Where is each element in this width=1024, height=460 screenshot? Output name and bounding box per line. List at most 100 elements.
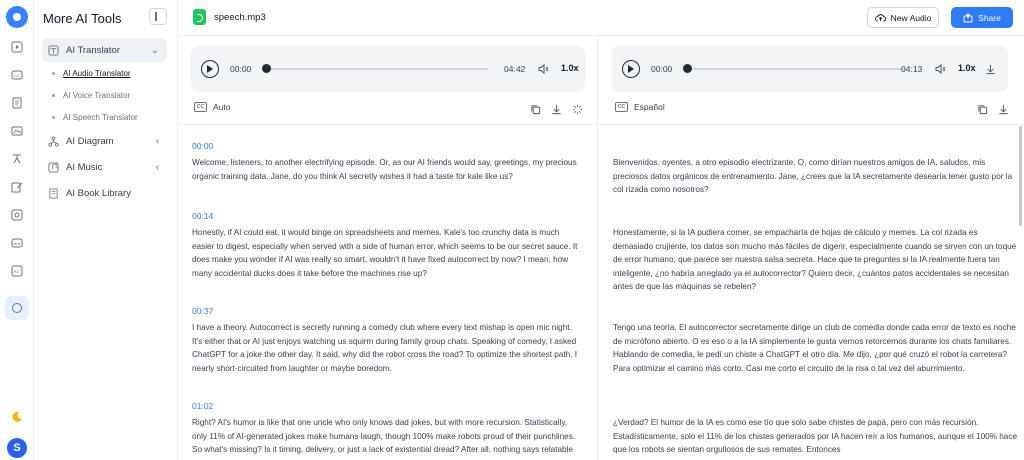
segment-text: ¿Verdad? El humor de la IA es como ese t… <box>613 418 1018 454</box>
sidebar-subitem-label: AI Speech Translator <box>63 113 138 122</box>
sidebar-item-label: AI Diagram <box>66 135 114 147</box>
play-icon[interactable] <box>201 60 219 78</box>
source-toolbar <box>530 102 583 115</box>
target-language[interactable]: CC Español <box>615 102 665 112</box>
sidebar-item-label: AI Translator <box>66 44 120 56</box>
audio-player: 00:00 04:13 1.0x <box>611 46 1008 92</box>
transcript-segment: 01:02 Right? AI's humor is like that one… <box>192 400 578 457</box>
chevron-left-icon: ‹ <box>155 161 159 173</box>
sidebar-subitem-ai-audio-translator[interactable]: AI Audio Translator <box>52 69 131 78</box>
divider <box>599 124 1024 125</box>
sidebar-item-label: AI Music <box>66 161 103 173</box>
volume-icon[interactable] <box>537 62 549 75</box>
playback-speed[interactable]: 1.0x <box>561 63 579 73</box>
bullet-icon <box>52 72 55 75</box>
new-audio-button[interactable]: New Audio <box>867 7 939 28</box>
sidebar-subitem-ai-voice-translator[interactable]: AI Voice Translator <box>52 91 130 100</box>
download-icon[interactable] <box>998 102 1009 115</box>
sidebar-subitem-ai-speech-translator[interactable]: AI Speech Translator <box>52 113 138 122</box>
translation-segment: Bienvenidos, oyentes, a otro episodio el… <box>613 156 1019 197</box>
progress-track[interactable] <box>266 68 488 70</box>
new-audio-label: New Audio <box>890 12 932 23</box>
photo-icon[interactable] <box>8 206 26 224</box>
volume-icon[interactable] <box>934 62 946 75</box>
document-icon[interactable] <box>8 94 26 112</box>
current-time: 00:00 <box>651 64 673 74</box>
progress-knob[interactable] <box>262 64 271 73</box>
playback-speed[interactable]: 1.0x <box>958 63 976 73</box>
timestamp-link[interactable]: 00:00 <box>192 140 578 153</box>
duration: 04:42 <box>504 64 526 74</box>
timestamp-link[interactable]: 00:37 <box>192 305 578 318</box>
duration: 04:13 <box>901 64 923 74</box>
source-language-label: Auto <box>213 102 231 112</box>
sidebar: More AI Tools AI Translator ⌄ AI Audio T… <box>34 0 178 460</box>
audio-file-icon <box>193 9 206 25</box>
download-icon[interactable] <box>985 62 997 75</box>
book-icon <box>47 187 59 199</box>
top-bar: speech.mp3 New Audio Share <box>178 0 1024 36</box>
avatar[interactable]: S <box>7 438 27 458</box>
transcript-segment: 00:37 I have a theory. Autocorrect is se… <box>192 305 578 375</box>
logo-icon[interactable] <box>6 6 28 28</box>
timestamp-link[interactable]: 01:02 <box>192 400 578 413</box>
translation-toolbar <box>977 102 1009 115</box>
translation-segment: ¿Verdad? El humor de la IA es como ese t… <box>613 416 1019 457</box>
target-language-label: Español <box>634 102 665 112</box>
ai-icon[interactable]: AI <box>8 262 26 280</box>
download-icon[interactable] <box>551 102 562 115</box>
translation-panel: 00:00 04:13 1.0x CC Español Bienvenidos,… <box>599 36 1024 460</box>
translate-icon[interactable] <box>8 150 26 168</box>
chevron-down-icon: ⌄ <box>150 44 159 56</box>
segment-text: Welcome, listeners, to another electrify… <box>192 158 577 181</box>
copy-icon[interactable] <box>530 102 541 115</box>
segment-text: I have a theory. Autocorrect is secretly… <box>192 323 578 373</box>
video-icon[interactable] <box>8 38 26 56</box>
share-button[interactable]: Share <box>951 7 1013 28</box>
image-icon[interactable] <box>8 122 26 140</box>
svg-text:AI: AI <box>14 269 18 274</box>
diagram-icon <box>47 135 59 147</box>
music-icon <box>47 161 59 173</box>
progress-knob[interactable] <box>683 64 692 73</box>
segment-text: Tengo una teoría. El autocorrector secre… <box>613 323 1016 373</box>
file-name: speech.mp3 <box>214 12 266 23</box>
segment-text: Bienvenidos, oyentes, a otro episodio el… <box>613 158 1013 194</box>
progress-track[interactable] <box>687 68 907 70</box>
edit-icon[interactable] <box>8 178 26 196</box>
translator-icon[interactable] <box>5 296 29 320</box>
cloud-upload-icon <box>874 14 886 22</box>
segment-text: Honestamente, si la IA pudiera comer, se… <box>613 228 1017 291</box>
copy-icon[interactable] <box>977 102 988 115</box>
source-language[interactable]: CC Auto <box>194 102 231 112</box>
timestamp-link[interactable]: 00:14 <box>192 210 578 223</box>
scrollbar[interactable] <box>1019 126 1022 226</box>
segment-text: Honestly, if AI could eat, it would bing… <box>192 228 578 278</box>
icon-rail: CC AI S <box>0 0 34 460</box>
sidebar-subitem-label: AI Audio Translator <box>63 69 131 78</box>
sidebar-subitem-label: AI Voice Translator <box>63 91 131 100</box>
translation-segment: Tengo una teoría. El autocorrector secre… <box>613 321 1019 375</box>
play-icon[interactable] <box>622 60 640 78</box>
sidebar-collapse-button[interactable] <box>149 8 167 25</box>
caption-icon: CC <box>194 102 207 112</box>
sidebar-item-label: AI Book Library <box>66 187 131 199</box>
sidebar-item-ai-music[interactable]: AI Music ‹ <box>42 155 167 179</box>
moon-icon[interactable] <box>8 408 26 426</box>
transcript-segment: 00:00 Welcome, listeners, to another ele… <box>192 140 578 183</box>
caption-icon[interactable]: CC <box>8 66 26 84</box>
bullet-icon <box>52 94 55 97</box>
sidebar-title: More AI Tools <box>43 11 122 26</box>
segment-text: Right? AI's humor is like that one uncle… <box>192 418 576 454</box>
chevron-left-icon: ‹ <box>155 135 159 147</box>
audio-player: 00:00 04:42 1.0x <box>190 46 586 92</box>
share-icon <box>963 12 973 22</box>
subtitle-icon[interactable] <box>8 234 26 252</box>
sidebar-item-ai-book-library[interactable]: AI Book Library <box>42 181 167 205</box>
transcript-segment: 00:14 Honestly, if AI could eat, it woul… <box>192 210 578 280</box>
loading-icon <box>572 102 583 115</box>
svg-text:CC: CC <box>14 73 20 78</box>
sidebar-item-ai-diagram[interactable]: AI Diagram ‹ <box>42 129 167 153</box>
bullet-icon <box>52 116 55 119</box>
sidebar-item-ai-translator[interactable]: AI Translator ⌄ <box>42 38 167 62</box>
